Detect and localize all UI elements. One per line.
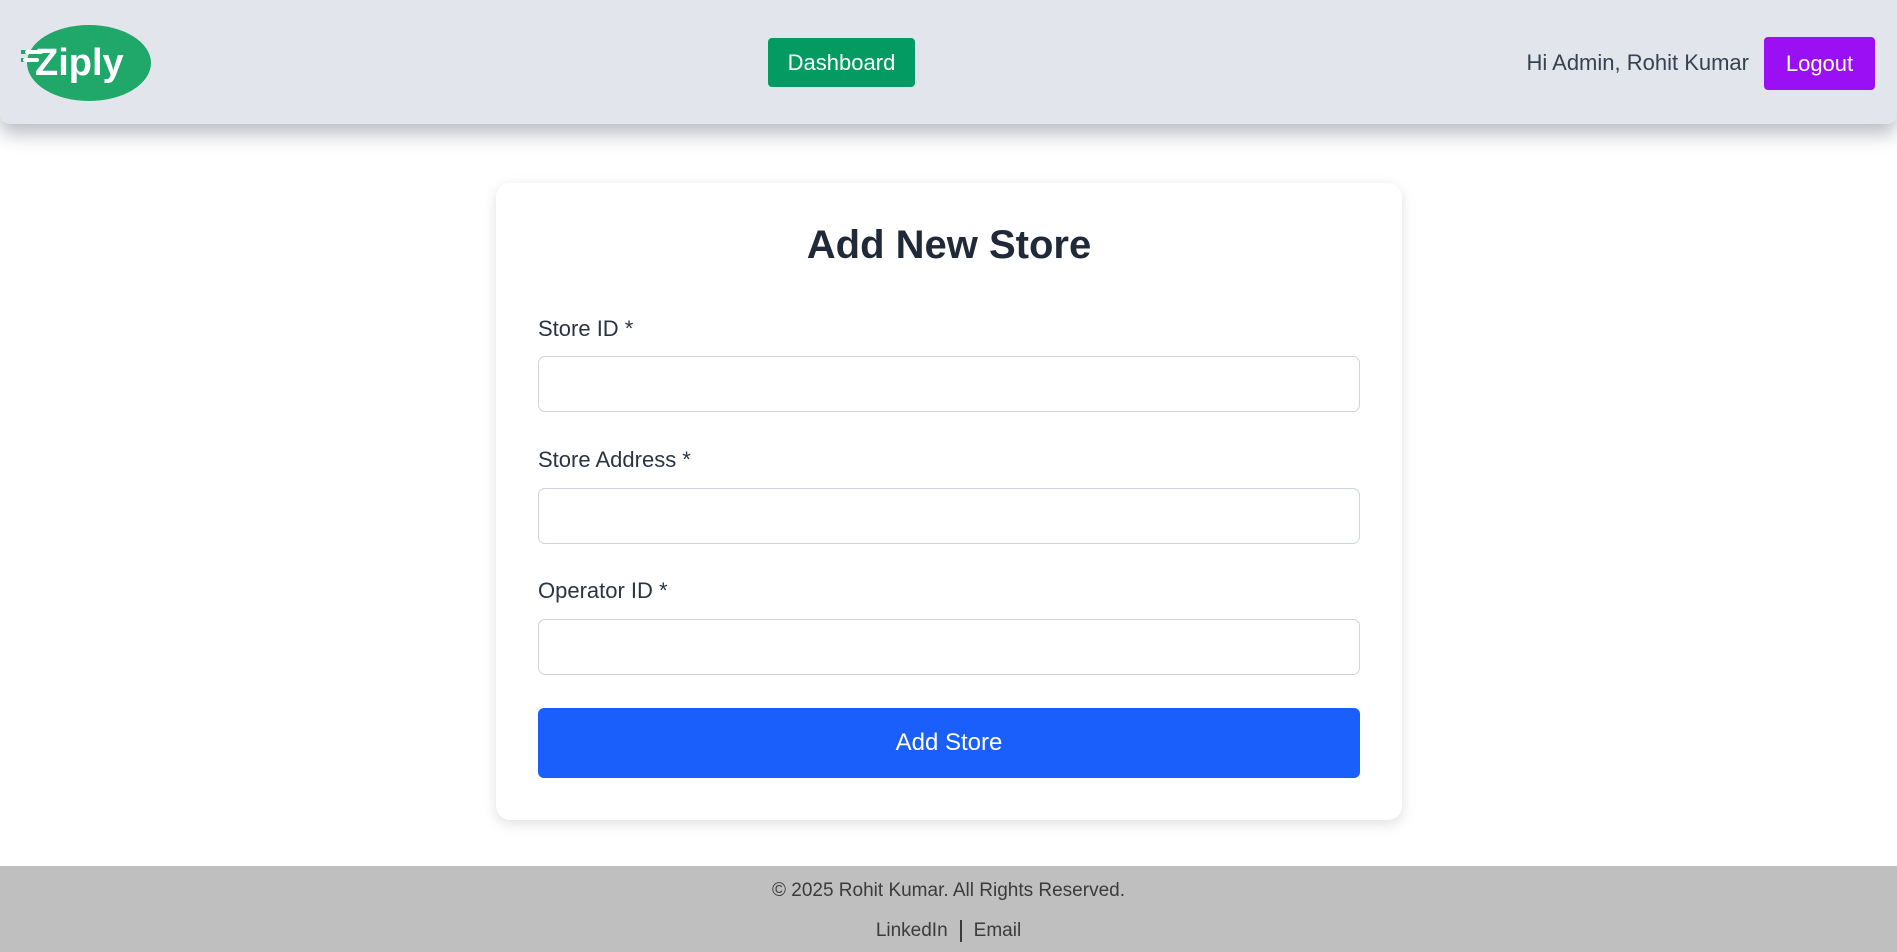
linkedin-link[interactable]: LinkedIn [876, 920, 948, 942]
page-title: Add New Store [806, 223, 1092, 267]
link-divider [959, 920, 962, 942]
top-navbar: Ziply Dashboard Hi Admin, Rohit Kumar Lo… [0, 0, 1897, 124]
footer: © 2025 Rohit Kumar. All Rights Reserved.… [0, 866, 1897, 952]
operator-id-label: Operator ID * [538, 578, 668, 603]
user-greeting: Hi Admin, Rohit Kumar [1526, 50, 1749, 75]
footer-links: LinkedIn Email [0, 920, 1897, 942]
operator-id-input[interactable] [538, 619, 1360, 675]
add-store-card: Add New Store Store ID * Store Address *… [496, 183, 1402, 820]
email-link[interactable]: Email [974, 920, 1022, 942]
dashboard-button[interactable]: Dashboard [768, 38, 915, 87]
store-address-label: Store Address * [538, 447, 691, 472]
ziply-logo[interactable]: Ziply [21, 24, 152, 102]
logout-button[interactable]: Logout [1764, 37, 1875, 90]
add-store-button[interactable]: Add Store [538, 708, 1360, 778]
store-address-input[interactable] [538, 488, 1360, 544]
logo-text: Ziply [35, 42, 124, 84]
store-id-label: Store ID * [538, 316, 634, 341]
copyright-text: © 2025 Rohit Kumar. All Rights Reserved. [771, 880, 1125, 901]
store-id-input[interactable] [538, 356, 1360, 412]
